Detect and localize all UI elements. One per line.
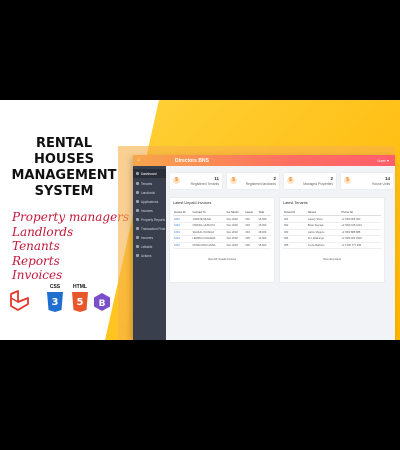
html5-shield-icon: 5 [72,292,88,312]
css-label: CSS [49,284,61,290]
table-row[interactable]: 004 Kim Wakungu +17000 454 2020 [283,235,381,243]
stat-card-house-units[interactable]: $ 14 House Units [341,173,393,189]
table-row[interactable]: 1001 JUMATE MUGE Dec 2018 002 15,000 [173,215,271,223]
sidebar-item-transaction-flow[interactable]: Transaction Flow [133,224,166,233]
app-topbar: ⌂ Directors BNS User ▾ [133,155,395,166]
tenants-icon [136,182,139,185]
tenants-table: Tenant ID Names Phone No 001 Lanery Shop +… [283,210,381,250]
feature-reports: Reports [12,253,60,268]
promo-title-line-1: RENTAL HOUSES [33,136,95,167]
table-row[interactable]: 005 Joyce Barbers +17 000 777 999 [283,242,381,250]
svg-text:B: B [99,299,106,309]
feature-invoices: Invoices [12,268,63,282]
invoices-table: Invoice ID Contract To For Month House T… [173,210,271,250]
latest-tenants-panel: Latest Tenants Tenant ID Names Phone No … [280,198,384,282]
stat-value: 2 [330,175,333,181]
promo-title: RENTAL HOUSES MANAGEMENT SYSTEM [6,136,122,200]
panel-title: Latest Tenants [283,201,308,205]
dashboard-main: $ 11 Registered Tenants $ 2 Registered l… [166,166,395,340]
table-row[interactable]: 003 Lahim Muguru +17000 888 888 [283,229,381,237]
sidebar-item-landlords[interactable]: Landlords [133,188,166,197]
app-title: Directors BNS [175,157,209,164]
app-screenshot: ⌂ Directors BNS User ▾ Dashboard Tenants… [133,155,395,340]
stat-value: 2 [273,175,276,181]
stat-value: 11 [214,175,219,181]
table-row[interactable]: 001 Lanery Shop +17000 366 000 [283,215,381,223]
view-all-invoices-link[interactable]: View All Unpaid Invoices [170,258,274,261]
html-label: HTML [73,284,87,290]
dashboard-icon [136,172,139,175]
stat-card-landlords[interactable]: $ 2 Registered landlords [227,173,279,189]
promo-title-line-3: SYSTEM [34,184,94,199]
svg-text:5: 5 [77,297,84,308]
stat-value: 14 [384,175,390,181]
feature-list: Property managers Landlords Tenants Repo… [12,210,129,283]
table-row[interactable]: 1001 SHAKALI KUNGIA Dec 2018 004 18,000 [173,229,271,237]
sidebar-item-actions[interactable]: Actions [133,251,166,260]
sidebar-item-dashboard[interactable]: Dashboard [133,169,166,178]
stat-card-tenants[interactable]: $ 11 Registered Tenants [170,173,222,189]
sidebar-item-tenants[interactable]: Tenants [133,179,166,188]
table-row[interactable]: 1001 OWINGL HURAIYA Dec 2018 003 15,000 [173,222,271,230]
bootstrap-logo-icon: B [94,293,110,311]
table-row[interactable]: 1001 LEMMA KUNGAMA Dec 2018 005 12,000 [173,235,271,243]
feature-landlords: Landlords [12,224,74,239]
sidebar-item-applications[interactable]: Applications [133,197,166,206]
stat-label: House Units [372,182,390,186]
landlords-icon [136,191,139,194]
actions-icon [136,254,139,257]
invoices-icon [136,209,139,212]
money-icon: $ [287,177,294,184]
promo-title-line-2: MANAGEMENT [11,168,117,183]
stat-label: Registered Tenants [190,182,219,186]
sidebar-item-lettable[interactable]: Lettable [133,242,166,251]
sidebar-item-incomes[interactable]: Incomes [133,233,166,242]
stat-label: Managed Properties [303,182,333,186]
sidebar: Dashboard Tenants Landlords Applications… [133,166,166,340]
panel-title: Latest Unpaid Invoices [173,201,212,205]
lettable-icon [136,245,139,248]
incomes-icon [136,236,139,239]
stat-card-properties[interactable]: $ 2 Managed Properties [284,173,336,189]
brand-icon[interactable]: ⌂ [137,157,140,163]
money-icon: $ [230,177,237,184]
stat-label: Registered landlords [245,182,276,186]
table-row[interactable]: 1001 NOSE NINGI ANNA Dec 2018 006 15,000 [173,242,271,250]
sidebar-item-property-reports[interactable]: Property Reports [133,215,166,224]
reports-icon [136,218,139,221]
transaction-icon [136,227,139,230]
feature-property-managers: Property managers [12,210,130,224]
user-menu[interactable]: User ▾ [377,158,389,163]
css3-shield-icon: 3 [47,292,63,312]
laravel-logo-icon [10,290,29,311]
unpaid-invoices-panel: Latest Unpaid Invoices Invoice ID Contra… [170,198,274,282]
view-all-tenants-link[interactable]: View all tenants [280,258,384,261]
money-icon: $ [344,177,351,184]
applications-icon [136,200,139,203]
feature-tenants: Tenants [12,239,60,253]
money-icon: $ [173,177,180,184]
sidebar-item-invoices[interactable]: Invoices [133,206,166,215]
svg-text:3: 3 [52,297,59,308]
table-row[interactable]: 002 Brian Semaja +17000 445 1010 [283,222,381,230]
